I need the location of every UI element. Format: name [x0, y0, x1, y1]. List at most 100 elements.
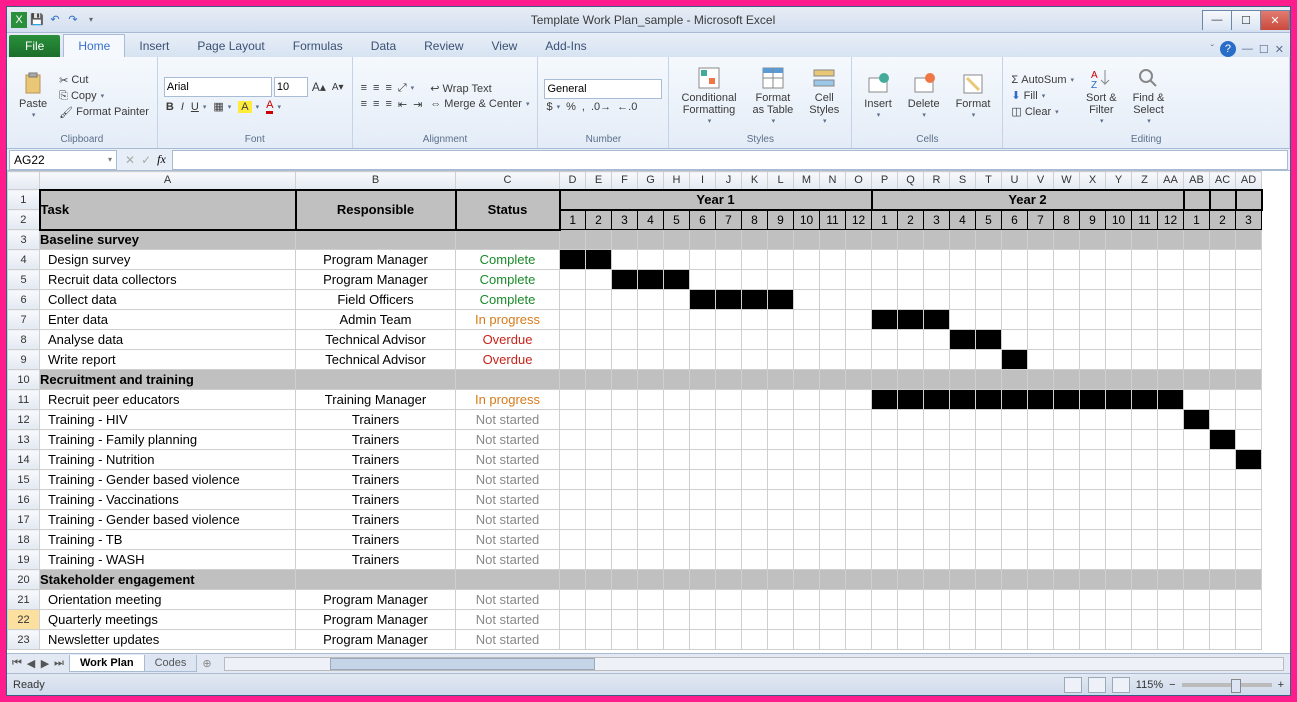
header-month[interactable]: 4: [950, 210, 976, 230]
cell[interactable]: [456, 570, 560, 590]
align-top-icon[interactable]: ≡: [359, 81, 369, 96]
gantt-cell[interactable]: [664, 630, 690, 650]
tab-page-layout[interactable]: Page Layout: [183, 35, 278, 57]
format-cells-button[interactable]: Format▾: [950, 70, 997, 122]
cell[interactable]: [768, 230, 794, 250]
tab-view[interactable]: View: [478, 35, 532, 57]
gantt-cell[interactable]: [872, 530, 898, 550]
align-middle-icon[interactable]: ≡: [371, 81, 381, 96]
gantt-cell[interactable]: [638, 410, 664, 430]
responsible-cell[interactable]: Trainers: [296, 510, 456, 530]
gantt-cell[interactable]: [872, 630, 898, 650]
copy-button[interactable]: ⎘Copy▾: [57, 89, 151, 104]
cell[interactable]: [1184, 570, 1210, 590]
gantt-cell[interactable]: [898, 250, 924, 270]
gantt-cell[interactable]: [1054, 490, 1080, 510]
gantt-cell[interactable]: [846, 270, 872, 290]
responsible-cell[interactable]: Trainers: [296, 470, 456, 490]
gantt-cell[interactable]: [1132, 590, 1158, 610]
gantt-cell[interactable]: [950, 470, 976, 490]
gantt-cell[interactable]: [612, 430, 638, 450]
gantt-cell[interactable]: [1080, 630, 1106, 650]
gantt-cell[interactable]: [612, 550, 638, 570]
cell[interactable]: [872, 570, 898, 590]
gantt-cell[interactable]: [794, 630, 820, 650]
header-spare[interactable]: [1210, 190, 1236, 210]
gantt-cell[interactable]: [846, 450, 872, 470]
gantt-cell[interactable]: [1028, 490, 1054, 510]
gantt-cell[interactable]: [1054, 610, 1080, 630]
gantt-cell[interactable]: [846, 250, 872, 270]
gantt-cell[interactable]: [1028, 590, 1054, 610]
gantt-cell[interactable]: [820, 550, 846, 570]
gantt-cell[interactable]: [820, 430, 846, 450]
workbook-close-icon[interactable]: ✕: [1275, 43, 1284, 56]
gantt-cell[interactable]: [1054, 290, 1080, 310]
cell[interactable]: [1054, 230, 1080, 250]
gantt-cell[interactable]: [716, 490, 742, 510]
cell[interactable]: [716, 570, 742, 590]
gantt-cell[interactable]: [1210, 530, 1236, 550]
cell[interactable]: [1132, 370, 1158, 390]
gantt-cell[interactable]: [612, 470, 638, 490]
gantt-cell[interactable]: [742, 630, 768, 650]
gantt-cell[interactable]: [1028, 630, 1054, 650]
header-month[interactable]: 11: [1132, 210, 1158, 230]
gantt-cell[interactable]: [768, 590, 794, 610]
zoom-slider[interactable]: [1182, 683, 1272, 687]
gantt-cell[interactable]: [1158, 490, 1184, 510]
cell[interactable]: [690, 370, 716, 390]
status-cell[interactable]: Not started: [456, 510, 560, 530]
bold-button[interactable]: B: [164, 100, 176, 114]
tab-formulas[interactable]: Formulas: [279, 35, 357, 57]
gantt-cell[interactable]: [924, 250, 950, 270]
gantt-cell[interactable]: [664, 390, 690, 410]
gantt-cell[interactable]: [1106, 610, 1132, 630]
gantt-cell[interactable]: [1132, 530, 1158, 550]
gantt-cell[interactable]: [1002, 490, 1028, 510]
gantt-cell[interactable]: [638, 510, 664, 530]
cell[interactable]: [612, 570, 638, 590]
sheet-nav-last-icon[interactable]: ⏭: [53, 657, 65, 670]
gantt-cell[interactable]: [560, 530, 586, 550]
gantt-cell[interactable]: [690, 550, 716, 570]
gantt-cell[interactable]: [924, 490, 950, 510]
gantt-cell[interactable]: [1210, 270, 1236, 290]
gantt-cell[interactable]: [690, 450, 716, 470]
gantt-cell[interactable]: [1158, 350, 1184, 370]
gantt-cell[interactable]: [742, 590, 768, 610]
tab-data[interactable]: Data: [357, 35, 410, 57]
gantt-cell[interactable]: [690, 530, 716, 550]
column-header[interactable]: U: [1002, 172, 1028, 190]
gantt-cell[interactable]: [1080, 470, 1106, 490]
task-cell[interactable]: Training - Gender based violence: [40, 470, 296, 490]
status-cell[interactable]: Not started: [456, 490, 560, 510]
gantt-cell[interactable]: [690, 430, 716, 450]
header-month[interactable]: 9: [1080, 210, 1106, 230]
gantt-cell[interactable]: [638, 450, 664, 470]
sheet-nav-first-icon[interactable]: ⏮: [11, 657, 23, 670]
gantt-cell[interactable]: [1028, 530, 1054, 550]
gantt-cell[interactable]: [1158, 590, 1184, 610]
gantt-cell[interactable]: [976, 630, 1002, 650]
gantt-cell[interactable]: [1080, 350, 1106, 370]
gantt-cell[interactable]: [664, 350, 690, 370]
gantt-cell[interactable]: [742, 530, 768, 550]
cell[interactable]: [950, 230, 976, 250]
gantt-cell[interactable]: [1184, 550, 1210, 570]
gantt-cell[interactable]: [768, 430, 794, 450]
status-cell[interactable]: Complete: [456, 290, 560, 310]
gantt-cell[interactable]: [1184, 290, 1210, 310]
gantt-cell[interactable]: [846, 630, 872, 650]
formula-input[interactable]: [172, 150, 1288, 170]
gantt-cell[interactable]: [924, 330, 950, 350]
comma-icon[interactable]: ,: [580, 100, 587, 114]
cell[interactable]: [638, 230, 664, 250]
gantt-cell[interactable]: [690, 310, 716, 330]
cell[interactable]: [664, 370, 690, 390]
row-header[interactable]: 20: [8, 570, 40, 590]
gantt-cell[interactable]: [612, 310, 638, 330]
gantt-cell[interactable]: [1054, 410, 1080, 430]
gantt-cell[interactable]: [1158, 450, 1184, 470]
tab-home[interactable]: Home: [63, 34, 125, 57]
